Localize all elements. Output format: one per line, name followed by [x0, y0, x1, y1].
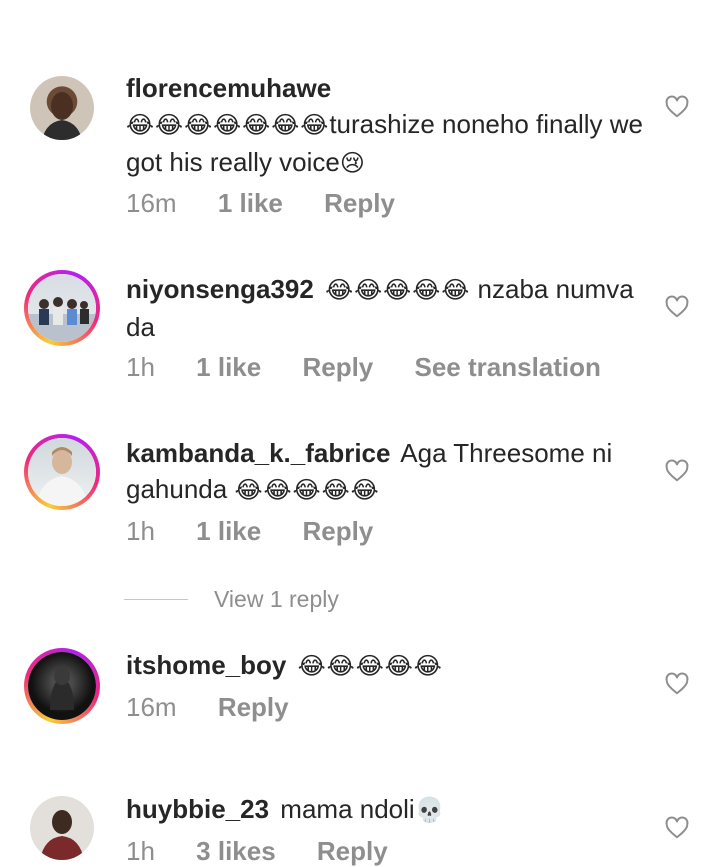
heart-outline-icon[interactable]	[664, 815, 690, 841]
heart-outline-icon[interactable]	[664, 671, 690, 697]
comment-emojis: 😂😂😂😂😂😂😂	[126, 112, 330, 139]
comment-text: mama ndoli	[280, 794, 415, 824]
comment-emojis: 😂😂😂😂😂	[325, 277, 471, 304]
comment-meta: 16m Reply	[126, 692, 323, 723]
comment-username[interactable]: kambanda_k._fabrice	[126, 438, 390, 468]
comment-time: 1h	[126, 352, 155, 382]
comment-meta: 1h 1 like Reply	[126, 516, 407, 547]
comment-meta: 16m 1 like Reply	[126, 188, 429, 219]
view-replies-label: View 1 reply	[214, 586, 339, 612]
reply-button[interactable]: Reply	[302, 352, 373, 382]
likes-count[interactable]: 3 likes	[196, 836, 276, 866]
comment-username[interactable]: niyonsenga392	[126, 274, 314, 304]
comment-time: 1h	[126, 516, 155, 546]
reply-button[interactable]: Reply	[324, 188, 395, 218]
comment-meta: 1h 1 like Reply See translation	[126, 352, 635, 383]
likes-count[interactable]: 1 like	[218, 188, 283, 218]
reply-divider	[124, 599, 188, 600]
reply-button[interactable]: Reply	[218, 692, 289, 722]
comment-emojis: 💀	[414, 797, 446, 824]
likes-count[interactable]: 1 like	[196, 516, 261, 546]
comment-meta: 1h 3 likes Reply	[126, 836, 422, 867]
comment-time: 1h	[126, 836, 155, 866]
comment-username[interactable]: huybbie_23	[126, 794, 269, 824]
comment-emojis: 😂😂😂😂😂	[297, 653, 443, 680]
likes-count[interactable]: 1 like	[196, 352, 261, 382]
comment-username[interactable]: florencemuhawe	[126, 73, 331, 103]
comment-emoji-trailing: 😢	[339, 150, 366, 177]
avatar[interactable]	[30, 796, 94, 860]
comment-emojis: 😂😂😂😂😂	[234, 477, 380, 504]
reply-button[interactable]: Reply	[317, 836, 388, 866]
avatar[interactable]	[24, 648, 100, 724]
comment-time: 16m	[126, 692, 177, 722]
comment-time: 16m	[126, 188, 177, 218]
avatar[interactable]	[24, 270, 100, 346]
avatar[interactable]	[24, 434, 100, 510]
heart-outline-icon[interactable]	[664, 294, 690, 320]
heart-outline-icon[interactable]	[664, 458, 690, 484]
comment-username[interactable]: itshome_boy	[126, 650, 286, 680]
reply-button[interactable]: Reply	[302, 516, 373, 546]
avatar[interactable]	[30, 76, 94, 140]
see-translation-button[interactable]: See translation	[415, 352, 601, 382]
heart-outline-icon[interactable]	[664, 94, 690, 120]
